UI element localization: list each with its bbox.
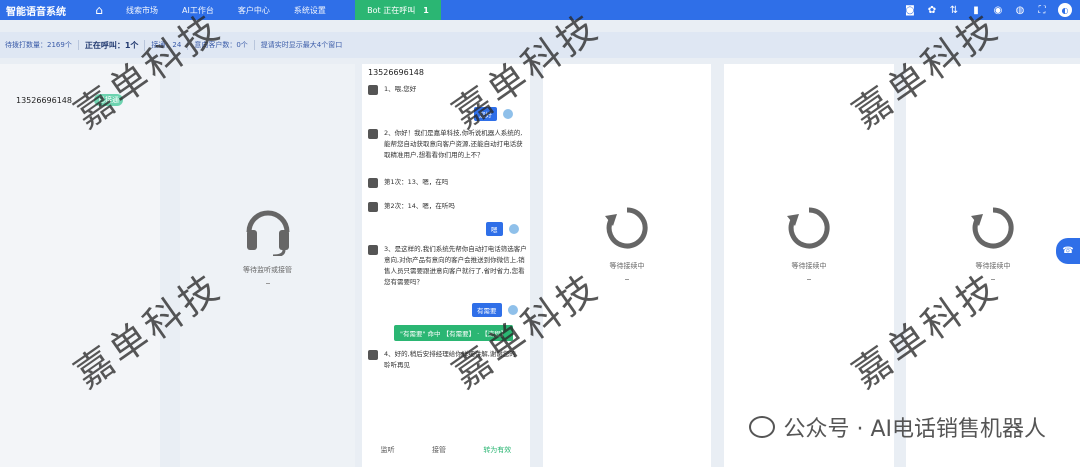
customer-reply: 您好 [474,107,513,121]
waiting-state: 等待接续中 [543,204,711,280]
intent-count: 意向客户数：0个 [194,40,255,50]
divider [625,279,629,280]
message-text: 4、好的,稍后安排经理给你详细讲解,谢谢您的聆听再见 [384,350,516,369]
message-text: 1、喂,您好 [384,85,417,93]
compass-icon[interactable]: ◉ [992,4,1004,16]
pending-count: 待拨打数量：2169个 [5,40,79,50]
chat-actions: 监听 接管 转为有效 [362,445,530,455]
list-item[interactable]: 13526696148 已接通 [16,94,156,106]
nav-item-leads[interactable]: 线索市场 [114,5,170,16]
bot-icon [368,202,378,212]
bot-message: 1、喂,您好 [368,84,528,95]
robot-icon[interactable]: ◙ [904,4,916,16]
brand-title: 智能语音系统 [6,6,66,18]
customer-reply: 嗯 [486,222,519,236]
customer-reply: 有需要 [472,303,518,317]
bot-message: 3、是这样的,我们系统先帮你自动打电话筛选客户意向,对你产品有意向的客户会推送到… [368,244,528,288]
headset-icon [246,210,289,258]
gear-icon[interactable]: ✿ [926,4,938,16]
flow-hit-tag: "有需要" 命中 【有需要】 · 【流程】 [394,325,514,341]
home-icon[interactable]: ⌂ [84,3,114,17]
connected-count: 接通：24 [151,40,189,50]
phone-float-button[interactable]: ☎ [1056,238,1080,264]
footer-watermark-text: 公众号 · AI电话销售机器人 [783,417,1046,442]
status-badge: 已接通 [94,94,123,106]
bot-message: 第1次：13、嗯，在吗 [368,177,528,188]
waiting-label: 等待接续中 [975,262,1011,270]
sort-icon[interactable]: ⇅ [948,4,960,16]
waiting-panel: 等待接续中 [906,64,1080,467]
chat-panel: 13526696148 1、喂,您好 您好 2、你好！我们是嘉单科技,你听说机器… [362,64,530,467]
bookmark-icon[interactable]: ▮ [970,4,982,16]
bot-message: 2、你好！我们是嘉单科技,你听说机器人系统的,能帮您自动获取意向客户资源,还能自… [368,128,528,161]
refresh-icon [971,207,1014,249]
bot-icon [368,178,378,188]
header-tools: ◙ ✿ ⇅ ▮ ◉ ◍ ⛶ ◐ [904,0,1072,20]
waiting-state: 等待接续中 [906,204,1080,280]
user-avatar[interactable]: ◐ [1058,3,1072,17]
message-text: 3、是这样的,我们系统先帮你自动打电话筛选客户意向,对你产品有意向的客户会推送到… [384,245,527,286]
waiting-label: 等待接续中 [791,262,827,270]
waiting-state: 等待接续中 [724,204,894,280]
takeover-button[interactable]: 接管 [432,445,446,455]
call-count: 1 [423,5,429,15]
monitor-waiting: 等待监听或接管 [180,204,355,284]
reply-text: 您好 [474,107,497,121]
nav-item-settings[interactable]: 系统设置 [282,5,338,16]
nav-item-ai-workbench[interactable]: AI工作台 [170,5,226,16]
divider [265,283,270,284]
reply-text: 有需要 [472,303,502,317]
call-label: Bot 正在呼叫 [367,5,416,15]
refresh-icon [787,207,830,249]
reply-text: 嗯 [486,222,503,236]
waiting-panel: 等待接续中 [724,64,894,467]
waiting-panel: 等待接续中 [543,64,711,467]
message-text: 第2次：14、嗯，在听吗 [384,202,455,210]
bot-icon [368,85,378,95]
mark-valid-button[interactable]: 转为有效 [483,445,511,455]
user-icon [508,224,519,234]
wechat-icon [749,416,776,438]
bot-icon [368,350,378,360]
divider [807,279,811,280]
bot-message: 第2次：14、嗯，在听吗 [368,201,528,212]
message-text: 第1次：13、嗯，在吗 [384,178,449,186]
monitor-label: 等待监听或接管 [243,266,292,274]
listen-button[interactable]: 监听 [381,445,395,455]
globe-icon[interactable]: ◍ [1014,4,1026,16]
user-icon [507,305,518,315]
phone-number: 13526696148 [16,95,72,105]
divider [991,279,995,280]
monitor-panel: 等待监听或接管 [180,64,355,467]
waiting-label: 等待接续中 [609,262,645,270]
bot-icon [368,129,378,139]
user-icon [503,109,513,119]
message-text: 2、你好！我们是嘉单科技,你听说机器人系统的,能帮您自动获取意向客户资源,还能自… [384,129,523,159]
status-bar: 待拨打数量：2169个 正在呼叫：1个 接通：24 意向客户数：0个 提请实时显… [0,32,1080,58]
calling-list-panel: 13526696148 已接通 [0,64,160,467]
window-tip: 提请实时显示最大4个窗口 [260,41,343,49]
fullscreen-icon[interactable]: ⛶ [1036,4,1048,16]
bot-message: 4、好的,稍后安排经理给你详细讲解,谢谢您的聆听再见 [368,349,528,371]
refresh-icon [605,207,648,249]
nav-item-customers[interactable]: 客户中心 [226,5,282,16]
calling-count: 正在呼叫：1个 [85,39,146,51]
chat-phone: 13526696148 [368,68,424,77]
bot-calling-indicator[interactable]: Bot 正在呼叫 1 [355,0,441,20]
bot-icon [368,245,378,255]
footer-watermark: 公众号 · AI电话销售机器人 [749,411,1046,443]
